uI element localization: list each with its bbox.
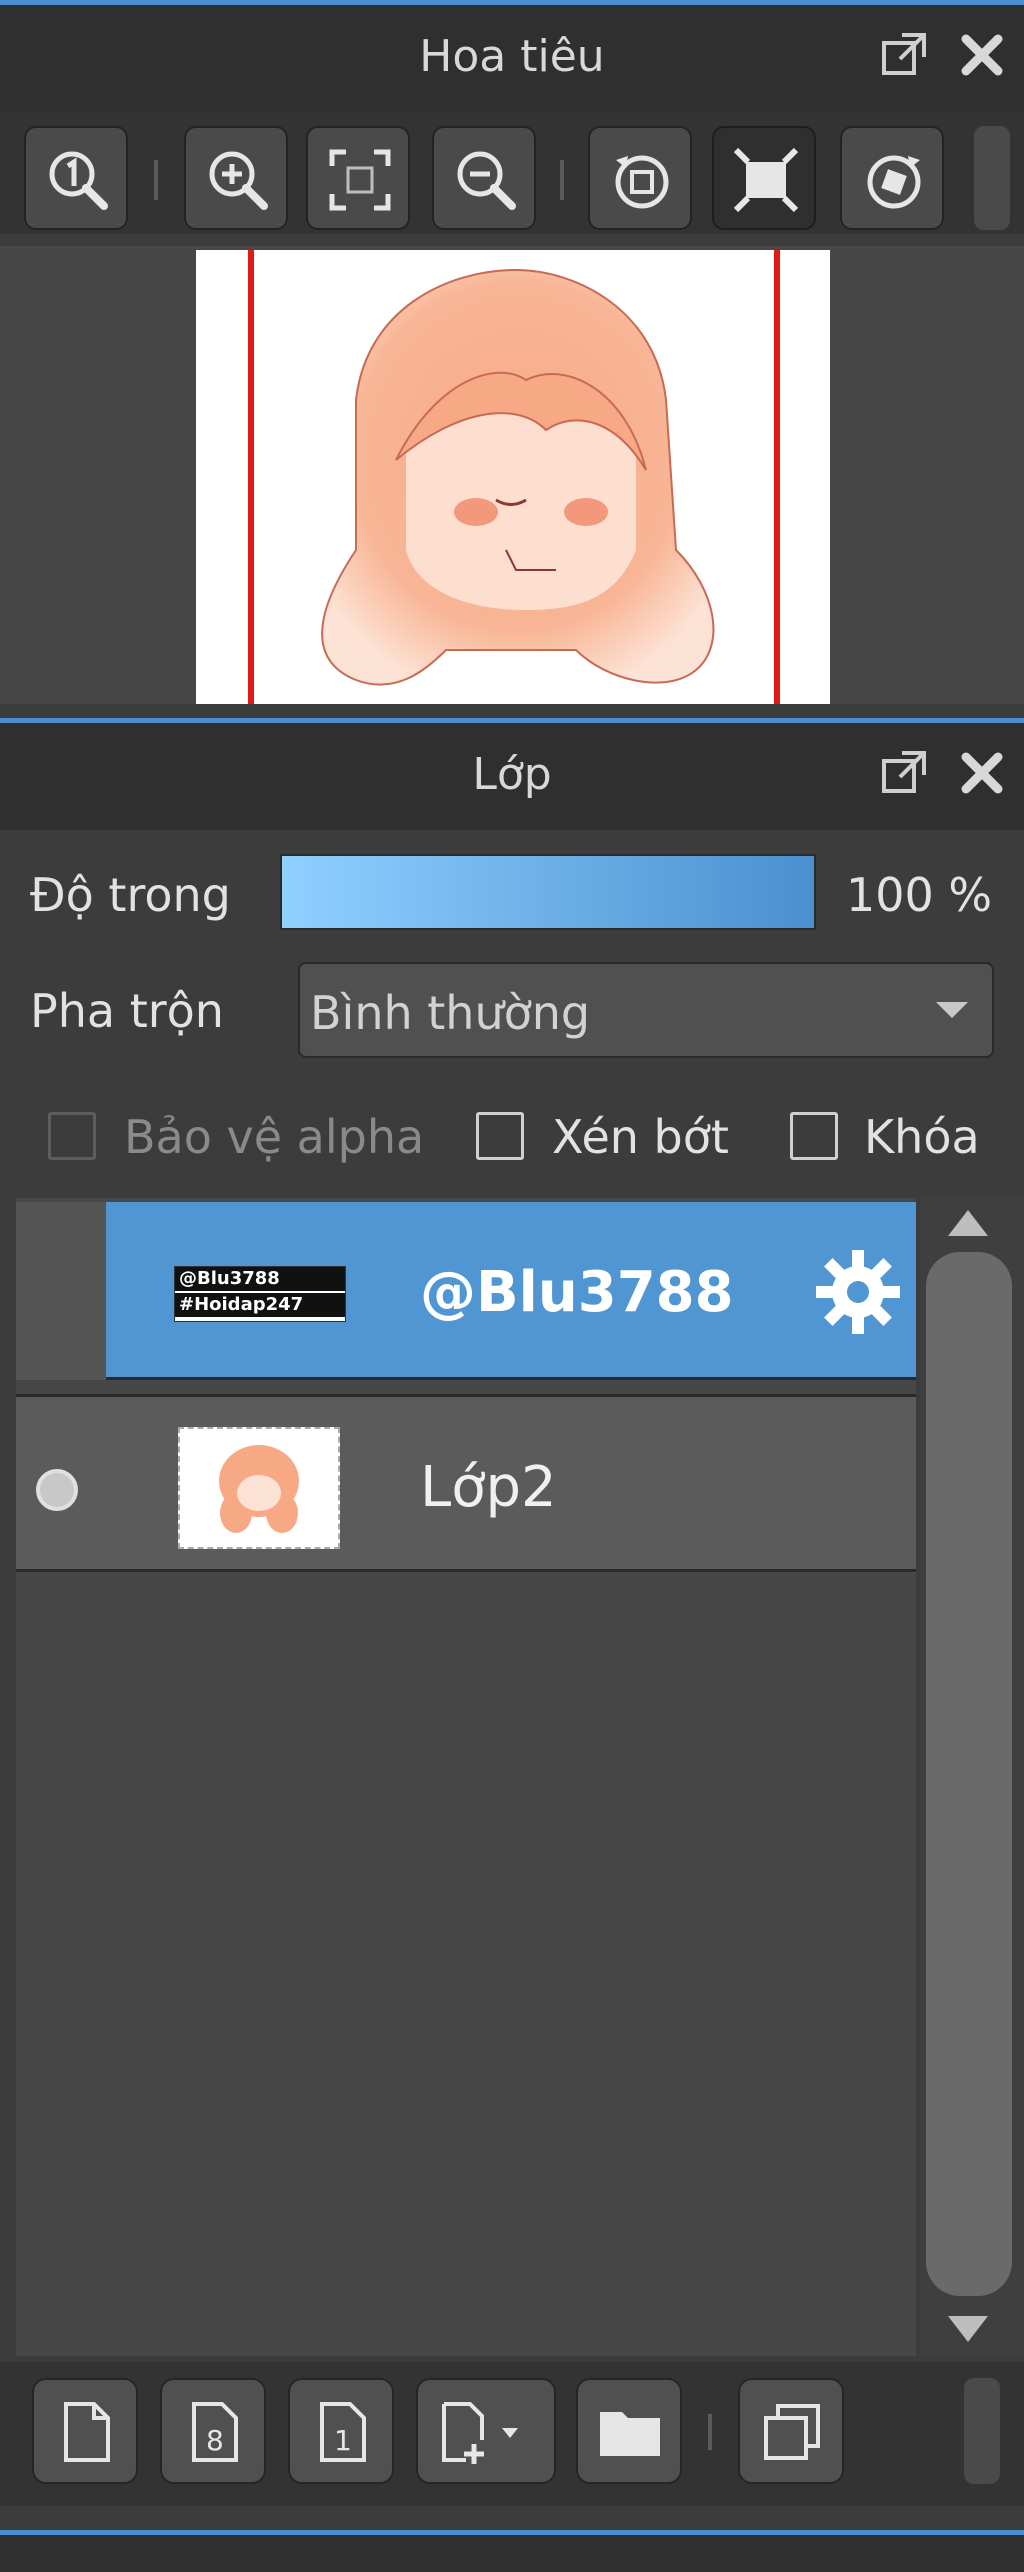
zoom-in-icon (209, 151, 268, 210)
svg-text:8: 8 (206, 2424, 224, 2457)
svg-text:1: 1 (334, 2424, 352, 2457)
scroll-down-icon[interactable] (948, 2316, 988, 2342)
rotate-right-button[interactable] (840, 126, 944, 230)
layer-name: Lớp2 (420, 1455, 557, 1520)
new-1bit-layer-button[interactable]: 1 (288, 2378, 394, 2484)
toolbar-scroll-handle[interactable] (964, 2378, 1000, 2484)
new-8bit-layer-button[interactable]: 8 (160, 2378, 266, 2484)
fit-screen-button[interactable] (306, 126, 410, 230)
new-8bit-layer-icon: 8 (192, 2402, 238, 2462)
new-layer-icon (64, 2402, 110, 2462)
protect-alpha-checkbox[interactable] (48, 1112, 96, 1160)
rotate-left-icon (615, 155, 669, 209)
layer-row[interactable]: @Blu3788 #Hoidap247 @Blu3788 (16, 1202, 916, 1380)
gear-icon[interactable] (812, 1246, 904, 1338)
thumbnail-text: @Blu3788 (175, 1267, 345, 1291)
new-layer-button[interactable] (32, 2378, 138, 2484)
layer-list: @Blu3788 #Hoidap247 @Blu3788 Lớp2 (16, 1198, 916, 2356)
navigator-preview[interactable] (0, 246, 1024, 704)
viewport-left-edge (248, 250, 254, 704)
lock-checkbox[interactable] (790, 1112, 838, 1160)
layer-visibility-toggle[interactable] (16, 1202, 106, 1380)
layers-title: Lớp (472, 749, 552, 800)
duplicate-layer-button[interactable] (738, 2378, 844, 2484)
zoom-actual-button[interactable] (24, 126, 128, 230)
close-icon[interactable] (958, 749, 1006, 797)
lock-label: Khóa (864, 1110, 980, 1164)
character-thumbnail-image (219, 1445, 299, 1533)
opacity-slider[interactable] (280, 854, 816, 930)
fit-screen-icon (329, 149, 391, 211)
zoom-in-button[interactable] (184, 126, 288, 230)
add-layer-menu-button[interactable] (416, 2378, 556, 2484)
toolbar-scroll-handle[interactable] (974, 126, 1010, 230)
zoom-out-button[interactable] (432, 126, 536, 230)
layer-row[interactable]: Lớp2 (16, 1394, 916, 1572)
next-panel-titlebar (0, 2530, 1024, 2572)
preview-canvas (196, 250, 830, 704)
folder-icon (600, 2412, 660, 2456)
layer-list-scrollbar[interactable] (920, 1198, 1024, 2356)
blend-label: Pha trộn (30, 984, 224, 1038)
clip-label: Xén bớt (552, 1110, 729, 1164)
opacity-label: Độ trong (30, 868, 231, 922)
toolbar-separator (560, 160, 564, 200)
layer-name: @Blu3788 (420, 1260, 734, 1325)
duplicate-layer-icon (764, 2404, 820, 2460)
chevron-down-icon (936, 1002, 968, 1018)
zoom-actual-icon (49, 151, 108, 210)
close-icon[interactable] (958, 31, 1006, 79)
viewport-right-edge (774, 250, 780, 704)
rotate-left-button[interactable] (588, 126, 692, 230)
popout-icon[interactable] (880, 31, 928, 79)
fullscreen-button[interactable] (712, 126, 816, 230)
zoom-out-icon (457, 151, 516, 210)
scroll-thumb[interactable] (926, 1252, 1012, 2296)
blend-mode-select[interactable]: Bình thường (298, 962, 994, 1058)
rotate-right-icon (867, 155, 921, 209)
opacity-value: 100 % (846, 868, 993, 922)
navigator-title: Hoa tiêu (419, 31, 605, 82)
thumbnail-text: #Hoidap247 (175, 1293, 345, 1317)
layer-visibility-toggle[interactable] (36, 1469, 78, 1511)
new-1bit-layer-icon: 1 (320, 2402, 366, 2462)
layer-thumbnail: @Blu3788 #Hoidap247 (174, 1266, 346, 1322)
character-drawing-image (321, 268, 715, 686)
layers-titlebar: Lớp (0, 718, 1024, 830)
protect-alpha-label: Bảo vệ alpha (124, 1110, 425, 1164)
layer-thumbnail (178, 1427, 340, 1549)
toolbar-separator (154, 160, 158, 200)
navigator-toolbar (0, 112, 1024, 234)
new-folder-button[interactable] (576, 2378, 682, 2484)
add-layer-menu-icon (442, 2402, 518, 2464)
popout-icon[interactable] (880, 749, 928, 797)
toolbar-separator (708, 2414, 712, 2450)
clip-checkbox[interactable] (476, 1112, 524, 1160)
scroll-up-icon[interactable] (948, 1210, 988, 1236)
navigator-titlebar: Hoa tiêu (0, 0, 1024, 112)
fullscreen-icon (733, 147, 799, 213)
blend-mode-value: Bình thường (310, 986, 591, 1040)
